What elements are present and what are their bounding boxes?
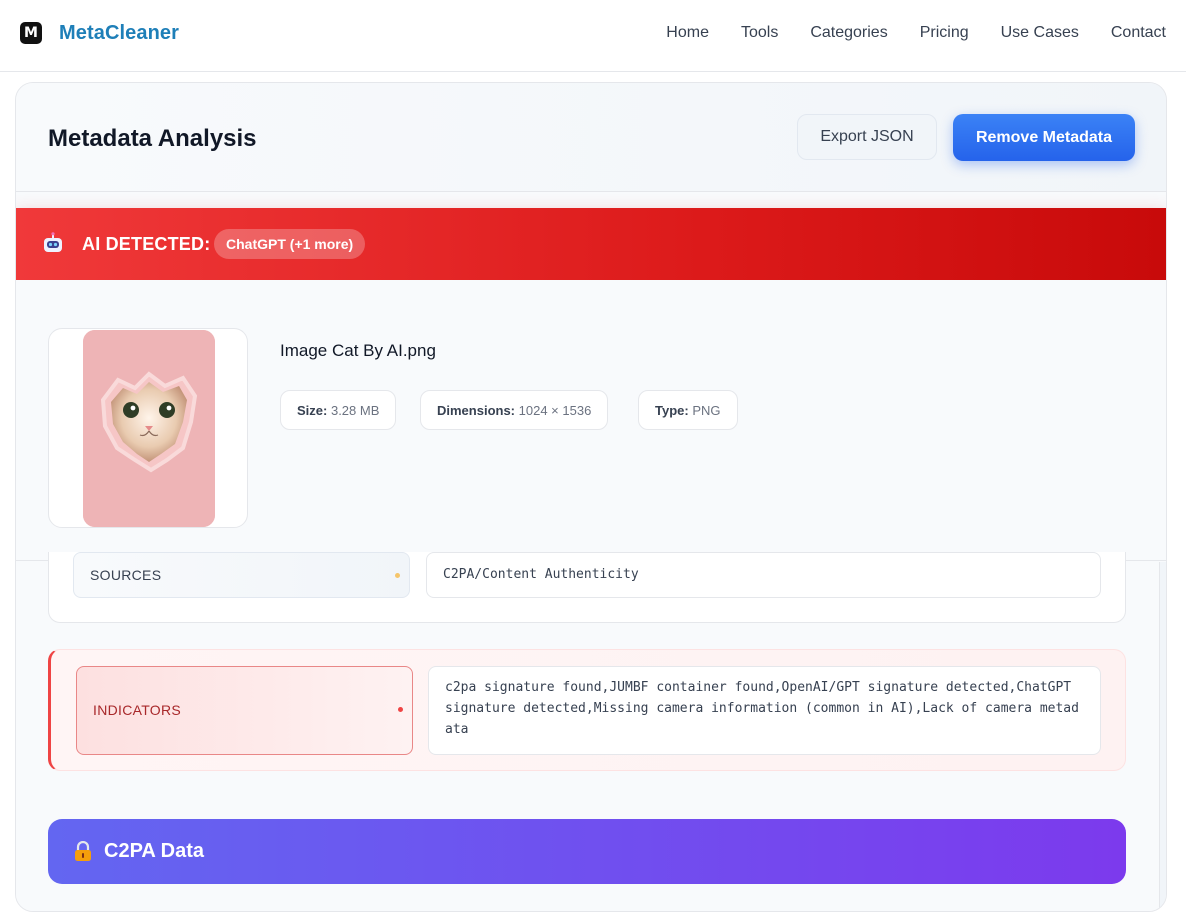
ai-detected-banner: AI DETECTED: ChatGPT (+1 more) xyxy=(16,208,1166,280)
indicators-value: c2pa signature found,JUMBF container fou… xyxy=(428,666,1101,755)
logo-icon[interactable]: M xyxy=(20,22,42,44)
top-navbar: M MetaCleaner Home Tools Categories Pric… xyxy=(0,0,1186,72)
brand-name[interactable]: MetaCleaner xyxy=(59,22,179,45)
indicators-key: INDICATORS xyxy=(76,666,413,755)
nav-use-cases[interactable]: Use Cases xyxy=(1001,24,1079,42)
metadata-row-sources: SOURCES C2PA/Content Authenticity xyxy=(48,552,1126,623)
sources-value: C2PA/Content Authenticity xyxy=(426,552,1101,598)
dimensions-chip: Dimensions: 1024 × 1536 xyxy=(420,390,609,430)
analysis-card: Metadata Analysis Export JSON Remove Met… xyxy=(15,82,1167,912)
file-name: Image Cat By AI.png xyxy=(280,341,436,360)
sources-key: SOURCES xyxy=(73,552,410,598)
dimensions-value: 1024 × 1536 xyxy=(518,403,592,418)
c2pa-section-header[interactable]: C2PA Data xyxy=(48,819,1126,884)
lock-icon xyxy=(75,841,91,861)
type-label: Type: xyxy=(655,403,689,418)
type-chip: Type: PNG xyxy=(638,390,738,430)
c2pa-title: C2PA Data xyxy=(104,840,205,862)
image-thumbnail xyxy=(83,330,215,527)
card-header: Metadata Analysis Export JSON Remove Met… xyxy=(16,83,1166,192)
status-dot-icon xyxy=(395,573,400,578)
metadata-list: SOURCES C2PA/Content Authenticity INDICA… xyxy=(16,552,1159,911)
size-value: 3.28 MB xyxy=(330,403,380,418)
sources-key-label: SOURCES xyxy=(90,567,162,583)
scrollbar-track[interactable] xyxy=(1159,562,1166,911)
ai-detected-label: AI DETECTED: xyxy=(82,234,211,254)
page-title: Metadata Analysis xyxy=(48,125,257,152)
dimensions-label: Dimensions: xyxy=(437,403,516,418)
ai-source-badge: ChatGPT (+1 more) xyxy=(214,229,366,259)
size-chip: Size: 3.28 MB xyxy=(280,390,397,430)
thumbnail-frame xyxy=(48,328,248,528)
nav-categories[interactable]: Categories xyxy=(810,24,887,42)
nav-home[interactable]: Home xyxy=(666,24,709,42)
remove-metadata-button[interactable]: Remove Metadata xyxy=(953,114,1135,161)
nav-tools[interactable]: Tools xyxy=(741,24,778,42)
nav-contact[interactable]: Contact xyxy=(1111,24,1166,42)
file-info-section: Image Cat By AI.png Size: 3.28 MB Dimens… xyxy=(16,280,1166,561)
nav-pricing[interactable]: Pricing xyxy=(920,24,969,42)
nav-links: Home Tools Categories Pricing Use Cases … xyxy=(666,24,1166,42)
alert-dot-icon xyxy=(398,707,403,712)
cat-image xyxy=(83,330,215,527)
metadata-row-indicators: INDICATORS c2pa signature found,JUMBF co… xyxy=(48,649,1126,771)
indicators-key-label: INDICATORS xyxy=(93,702,182,718)
robot-icon xyxy=(44,232,62,252)
type-value: PNG xyxy=(692,403,721,418)
export-json-button[interactable]: Export JSON xyxy=(797,114,937,160)
size-label: Size: xyxy=(297,403,328,418)
